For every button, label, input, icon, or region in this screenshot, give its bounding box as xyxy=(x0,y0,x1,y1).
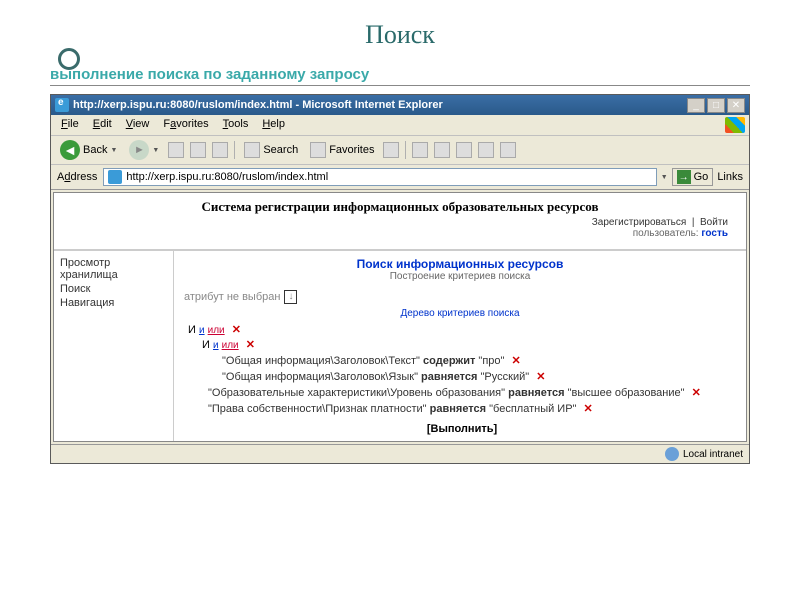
refresh-icon[interactable] xyxy=(190,142,206,158)
mail-icon[interactable] xyxy=(412,142,428,158)
sidebar: Просмотр хранилища Поиск Навигация xyxy=(54,251,174,441)
url-text: http://xerp.ispu.ru:8080/ruslom/index.ht… xyxy=(126,171,328,183)
and-operator: И xyxy=(202,339,210,351)
system-title: Система регистрации информационных образ… xyxy=(60,199,740,215)
separator xyxy=(234,141,235,159)
search-icon xyxy=(244,142,260,158)
menu-help[interactable]: Help xyxy=(256,117,291,133)
chevron-down-icon[interactable]: ▼ xyxy=(661,174,668,181)
page-icon xyxy=(108,170,122,184)
menu-edit[interactable]: Edit xyxy=(87,117,118,133)
main-panel: Поиск информационных ресурсов Построение… xyxy=(174,251,746,441)
add-and-link[interactable]: и xyxy=(199,325,205,336)
criterion-row: "Права собственности\Признак платности" … xyxy=(208,402,736,415)
search-button[interactable]: Search xyxy=(241,141,301,159)
address-bar: Address http://xerp.ispu.ru:8080/ruslom/… xyxy=(51,165,749,190)
slide-title: Поиск xyxy=(50,20,750,50)
user-label: пользователь: xyxy=(633,228,699,239)
criterion-row: "Общая информация\Заголовок\Язык" равняе… xyxy=(222,370,736,383)
stop-icon[interactable] xyxy=(168,142,184,158)
delete-icon[interactable]: ✕ xyxy=(512,355,521,367)
criterion-row: "Общая информация\Заголовок\Текст" содер… xyxy=(222,354,736,367)
sidebar-item-navigation[interactable]: Навигация xyxy=(60,297,167,309)
execute-button[interactable]: [Выполнить] xyxy=(188,423,736,435)
favorites-button[interactable]: Favorites xyxy=(307,141,377,159)
search-title: Поиск информационных ресурсов xyxy=(184,257,736,271)
history-icon[interactable] xyxy=(383,142,399,158)
criteria-tree: И и или ✕ И и или ✕ "Общая информац xyxy=(184,323,736,435)
user-value: гость xyxy=(701,228,728,239)
go-button[interactable]: → Go xyxy=(672,168,714,186)
menu-favorites[interactable]: Favorites xyxy=(157,117,214,133)
add-or-link[interactable]: или xyxy=(208,325,225,336)
add-and-link[interactable]: и xyxy=(213,340,219,351)
delete-icon[interactable]: ✕ xyxy=(584,403,593,415)
bullet-icon xyxy=(58,48,80,70)
go-icon: → xyxy=(677,170,691,184)
sidebar-item-search[interactable]: Поиск xyxy=(60,283,167,295)
close-button[interactable]: ✕ xyxy=(727,98,745,113)
ie-icon xyxy=(55,98,69,112)
window-titlebar: http://xerp.ispu.ru:8080/ruslom/index.ht… xyxy=(51,95,749,115)
links-label[interactable]: Links xyxy=(717,171,743,183)
home-icon[interactable] xyxy=(212,142,228,158)
window-title: http://xerp.ispu.ru:8080/ruslom/index.ht… xyxy=(73,99,687,111)
register-link[interactable]: Зарегистрироваться xyxy=(592,217,687,228)
page-content: Система регистрации информационных образ… xyxy=(53,192,747,442)
login-link[interactable]: Войти xyxy=(700,217,728,228)
menu-bar: File Edit View Favorites Tools Help xyxy=(51,115,749,136)
status-bar: Local intranet xyxy=(51,444,749,463)
sidebar-item-storage[interactable]: Просмотр хранилища xyxy=(60,257,167,281)
add-or-link[interactable]: или xyxy=(222,340,239,351)
delete-icon[interactable]: ✕ xyxy=(232,324,241,336)
separator xyxy=(405,141,406,159)
edit-icon[interactable] xyxy=(456,142,472,158)
chevron-down-icon: ▼ xyxy=(110,147,117,154)
search-subtitle: Построение критериев поиска xyxy=(184,271,736,282)
delete-icon[interactable]: ✕ xyxy=(536,371,545,383)
minimize-button[interactable]: _ xyxy=(687,98,705,113)
back-icon: ◄ xyxy=(60,140,80,160)
chevron-down-icon: ▼ xyxy=(152,147,159,154)
address-input[interactable]: http://xerp.ispu.ru:8080/ruslom/index.ht… xyxy=(103,168,656,186)
intranet-icon xyxy=(665,447,679,461)
back-button[interactable]: ◄ Back ▼ xyxy=(57,139,120,161)
delete-icon[interactable]: ✕ xyxy=(246,339,255,351)
menu-file[interactable]: File xyxy=(55,117,85,133)
page-header: Система регистрации информационных образ… xyxy=(54,193,746,250)
delete-icon[interactable]: ✕ xyxy=(692,387,701,399)
maximize-button[interactable]: □ xyxy=(707,98,725,113)
menu-tools[interactable]: Tools xyxy=(217,117,255,133)
slide-subtitle: выполнение поиска по заданному запросу xyxy=(50,66,750,86)
browser-window: http://xerp.ispu.ru:8080/ruslom/index.ht… xyxy=(50,94,750,464)
status-text: Local intranet xyxy=(683,449,743,460)
menu-view[interactable]: View xyxy=(120,117,156,133)
windows-logo-icon xyxy=(725,117,745,133)
address-label: Address xyxy=(57,171,97,183)
criteria-tree-title: Дерево критериев поиска xyxy=(184,308,736,319)
discuss-icon[interactable] xyxy=(478,142,494,158)
and-operator: И xyxy=(188,324,196,336)
attribute-selector[interactable]: атрибут не выбран ↓ xyxy=(184,290,736,304)
forward-button[interactable]: ► ▼ xyxy=(126,139,162,161)
criterion-row: "Образовательные характеристики\Уровень … xyxy=(208,386,736,399)
toolbar: ◄ Back ▼ ► ▼ Search Favorites xyxy=(51,136,749,165)
research-icon[interactable] xyxy=(500,142,516,158)
dropdown-icon: ↓ xyxy=(284,290,297,304)
forward-icon: ► xyxy=(129,140,149,160)
print-icon[interactable] xyxy=(434,142,450,158)
star-icon xyxy=(310,142,326,158)
